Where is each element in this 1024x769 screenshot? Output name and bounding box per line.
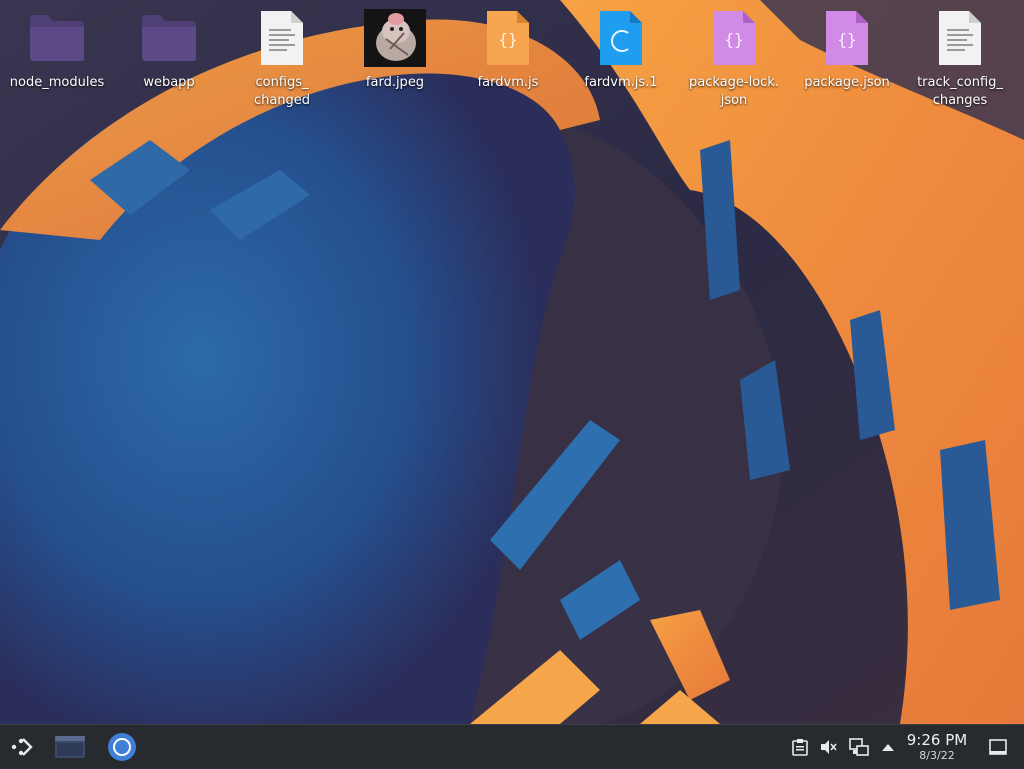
- task-file-manager[interactable]: [50, 725, 90, 769]
- clipboard-icon: [792, 739, 808, 756]
- c-source-file-icon: [589, 6, 653, 70]
- icon-label: track_config_ changes: [917, 75, 1003, 108]
- folder-icon: [137, 6, 201, 70]
- icon-label: fardvm.js.1: [584, 75, 658, 90]
- desktop-icon-track-config-changes[interactable]: track_config_ changes: [905, 6, 1015, 110]
- taskbar: 9:26 PM 8/3/22: [0, 724, 1024, 768]
- desktop-icon-package-lock-json[interactable]: {} package-lock. json: [679, 6, 789, 110]
- chromium-icon: [108, 733, 136, 761]
- svg-text:{}: {}: [837, 30, 856, 49]
- folder-window-icon: [55, 736, 85, 758]
- task-chromium[interactable]: [102, 725, 142, 769]
- tray-network[interactable]: [846, 725, 872, 769]
- chevron-up-icon: [882, 744, 894, 751]
- tray-volume[interactable]: [816, 725, 840, 769]
- tray-expand-button[interactable]: [877, 725, 899, 769]
- image-thumbnail-icon: [363, 6, 427, 70]
- show-desktop-button[interactable]: [984, 725, 1012, 769]
- show-desktop-icon: [989, 739, 1007, 755]
- desktop-icon-node-modules[interactable]: node_modules: [2, 6, 112, 92]
- folder-icon: [25, 6, 89, 70]
- icon-label: fard.jpeg: [365, 75, 425, 90]
- digital-clock[interactable]: 9:26 PM 8/3/22: [898, 731, 976, 762]
- text-file-icon: [250, 6, 314, 70]
- javascript-file-icon: {}: [476, 6, 540, 70]
- svg-text:{}: {}: [724, 30, 743, 49]
- icon-label: webapp: [143, 75, 195, 90]
- clock-time: 9:26 PM: [906, 731, 968, 749]
- icon-label: package.json: [804, 75, 890, 90]
- network-wired-icon: [849, 738, 869, 756]
- clock-date: 8/3/22: [919, 749, 955, 762]
- json-file-icon: {}: [815, 6, 879, 70]
- application-launcher-icon: [11, 738, 33, 756]
- tray-clipboard[interactable]: [788, 725, 812, 769]
- icon-label: configs_ changed: [253, 75, 311, 108]
- icon-label: node_modules: [9, 75, 105, 90]
- desktop-area: node_modules webapp configs_ changed far…: [0, 0, 1024, 724]
- desktop-icon-configs-changed[interactable]: configs_ changed: [227, 6, 337, 110]
- desktop-icon-package-json[interactable]: {} package.json: [792, 6, 902, 92]
- application-launcher-button[interactable]: [4, 725, 40, 769]
- desktop-icon-fard-jpeg[interactable]: fard.jpeg: [340, 6, 450, 92]
- desktop-icon-fardvm-js[interactable]: {} fardvm.js: [453, 6, 563, 92]
- desktop-icon-webapp[interactable]: webapp: [114, 6, 224, 92]
- icon-label: fardvm.js: [477, 75, 539, 90]
- json-file-icon: {}: [702, 6, 766, 70]
- desktop-icon-fardvm-js-1[interactable]: fardvm.js.1: [566, 6, 676, 92]
- speaker-muted-icon: [821, 740, 837, 754]
- text-file-icon: [928, 6, 992, 70]
- icon-label: package-lock. json: [689, 75, 779, 108]
- svg-text:{}: {}: [498, 30, 517, 49]
